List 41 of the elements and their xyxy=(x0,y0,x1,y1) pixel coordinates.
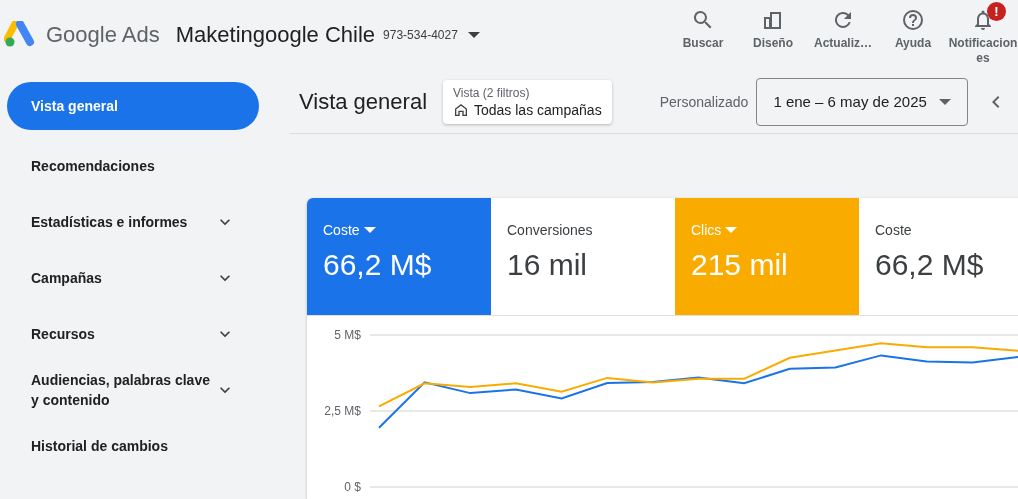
account-id: 973-534-4027 xyxy=(383,28,458,42)
toolbar-button[interactable]: Ayuda xyxy=(878,2,948,51)
dropdown-caret-icon xyxy=(467,31,480,39)
date-range-dropdown[interactable]: 1 ene – 6 may de 2025 xyxy=(756,77,969,126)
sidebar-item[interactable]: Audiencias, palabras clave y contenido xyxy=(7,362,259,418)
sidebar-item[interactable]: Historial de cambios xyxy=(7,418,259,474)
caret-icon xyxy=(725,226,738,234)
account-name[interactable]: Maketingoogle Chile xyxy=(175,22,376,48)
metric-label: Coste xyxy=(323,222,475,238)
alert-badge: ! xyxy=(987,2,1006,21)
metric-value: 66,2 M$ xyxy=(875,248,985,282)
house-icon xyxy=(453,101,469,118)
date-preset-label: Personalizado xyxy=(659,93,749,110)
sidebar-item[interactable]: Recomendaciones xyxy=(7,138,259,194)
metric-label: Clics xyxy=(691,222,843,238)
filter-value: Todas las campañas xyxy=(453,101,602,118)
sidebar-item[interactable]: Recursos xyxy=(7,306,259,362)
axis-label: 5 M$ xyxy=(334,328,361,342)
help-icon xyxy=(901,8,925,32)
toolbar-button[interactable]: Buscar xyxy=(668,2,738,51)
caret-icon xyxy=(939,97,952,106)
metric-value: 215 mil xyxy=(691,248,789,282)
metric-value: 66,2 M$ xyxy=(323,248,433,282)
axis-label: 0 $ xyxy=(344,480,361,494)
sidebar-item[interactable]: Estadísticas e informes xyxy=(7,194,259,250)
product-name: Google Ads xyxy=(46,22,160,48)
page-title: Vista general xyxy=(299,88,427,115)
sidebar-item[interactable]: Vista general xyxy=(7,82,259,130)
metric-tile[interactable]: Coste 66,2 M$ xyxy=(307,198,491,315)
metric-value: 16 mil xyxy=(507,248,589,282)
sidebar-item[interactable]: Campañas xyxy=(7,250,259,306)
logo-icon xyxy=(4,21,36,49)
filter-caption: Vista (2 filtros) xyxy=(453,85,530,100)
caret-icon xyxy=(363,226,376,234)
toolbar-button[interactable]: Diseño xyxy=(738,2,808,51)
toolbar-button[interactable]: Notificaciones ! xyxy=(948,2,1018,66)
metric-label: Conversiones xyxy=(507,222,594,238)
metric-label: Coste xyxy=(875,222,913,238)
view-filter-button[interactable]: Vista (2 filtros) Todas las campañas xyxy=(443,79,612,124)
axis-label: 2,5 M$ xyxy=(324,404,361,418)
toolbar-button[interactable]: Actualiz… xyxy=(808,2,878,51)
